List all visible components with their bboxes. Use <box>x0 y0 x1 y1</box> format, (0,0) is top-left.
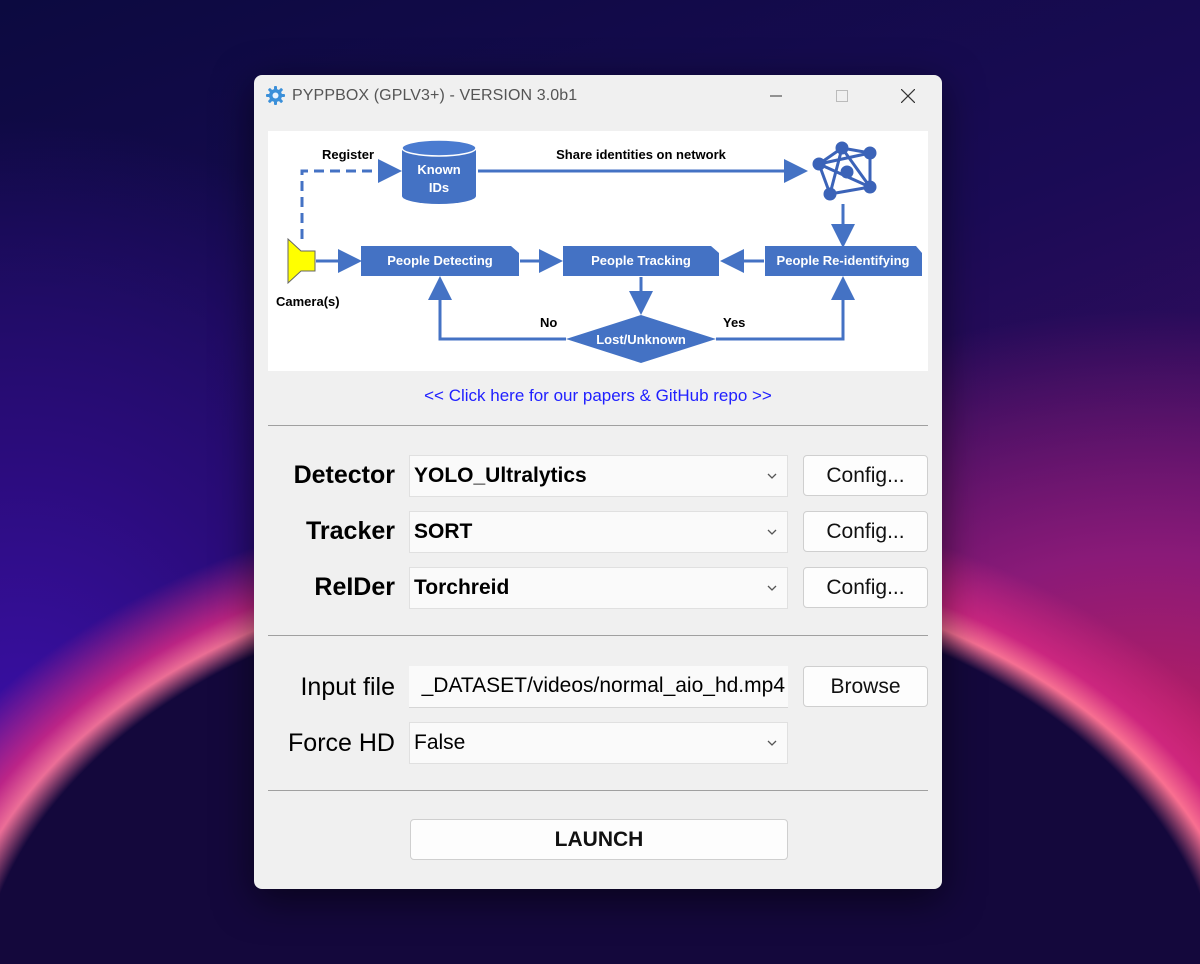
window-title: PYPPBOX (GPLV3+) - VERSION 3.0b1 <box>292 87 578 104</box>
tracking-box: People Tracking <box>563 246 719 276</box>
tracker-label: Tracker <box>306 517 395 545</box>
svg-text:Known: Known <box>417 162 460 177</box>
tracker-select[interactable]: SORT <box>409 511 788 553</box>
svg-text:IDs: IDs <box>429 180 449 195</box>
camera-label: Camera(s) <box>276 294 340 309</box>
close-icon <box>901 89 915 103</box>
svg-text:People Detecting: People Detecting <box>387 253 493 268</box>
minimize-button[interactable] <box>753 75 799 117</box>
svg-text:People Re-identifying: People Re-identifying <box>777 253 910 268</box>
separator <box>268 425 928 426</box>
title-bar[interactable]: PYPPBOX (GPLV3+) - VERSION 3.0b1 <box>254 75 942 117</box>
yes-label: Yes <box>723 315 745 330</box>
detecting-box: People Detecting <box>361 246 519 276</box>
chevron-down-icon <box>767 473 777 479</box>
force-hd-select[interactable]: False <box>409 722 788 764</box>
share-label: Share identities on network <box>556 147 727 162</box>
separator <box>268 635 928 636</box>
reider-select[interactable]: Torchreid <box>409 567 788 609</box>
reider-config-button[interactable]: Config... <box>803 567 928 608</box>
input-file-label: Input file <box>300 673 395 701</box>
chevron-down-icon <box>767 529 777 535</box>
register-label: Register <box>322 147 374 162</box>
detector-value: YOLO_Ultralytics <box>414 464 587 487</box>
tracker-config-button[interactable]: Config... <box>803 511 928 552</box>
detector-config-button[interactable]: Config... <box>803 455 928 496</box>
known-ids-database: Known IDs <box>401 139 477 204</box>
reider-label: ReIDer <box>314 573 395 601</box>
chevron-down-icon <box>767 585 777 591</box>
no-label: No <box>540 315 557 330</box>
input-file-value: _DATASET/videos/normal_aio_hd.mp4 <box>421 674 785 697</box>
detector-select[interactable]: YOLO_Ultralytics <box>409 455 788 497</box>
input-file-field[interactable]: _DATASET/videos/normal_aio_hd.mp4 <box>409 666 788 708</box>
yes-arrow <box>716 276 855 341</box>
papers-github-link[interactable]: << Click here for our papers & GitHub re… <box>254 386 942 406</box>
register-arrow <box>300 159 402 239</box>
no-arrow <box>428 276 566 341</box>
browse-button[interactable]: Browse <box>803 666 928 707</box>
app-window: PYPPBOX (GPLV3+) - VERSION 3.0b1 Registe… <box>254 75 942 889</box>
svg-text:People Tracking: People Tracking <box>591 253 691 268</box>
reider-value: Torchreid <box>414 576 510 599</box>
chevron-down-icon <box>767 740 777 746</box>
pipeline-diagram: Register Known IDs Share identities on n… <box>268 131 928 371</box>
detector-label: Detector <box>293 461 395 489</box>
lost-decision: Lost/Unknown <box>566 315 716 363</box>
tracker-value: SORT <box>414 520 473 543</box>
gear-icon <box>265 85 286 106</box>
network-icon <box>812 141 877 201</box>
separator <box>268 790 928 791</box>
minimize-icon <box>770 95 782 97</box>
maximize-icon <box>836 90 848 102</box>
camera-icon <box>287 237 316 285</box>
maximize-button[interactable] <box>819 75 865 117</box>
launch-button[interactable]: LAUNCH <box>410 819 788 860</box>
reidentifying-box: People Re-identifying <box>765 246 922 276</box>
force-hd-label: Force HD <box>288 729 395 757</box>
force-hd-value: False <box>414 731 466 754</box>
close-button[interactable] <box>885 75 931 117</box>
svg-text:Lost/Unknown: Lost/Unknown <box>596 332 686 347</box>
